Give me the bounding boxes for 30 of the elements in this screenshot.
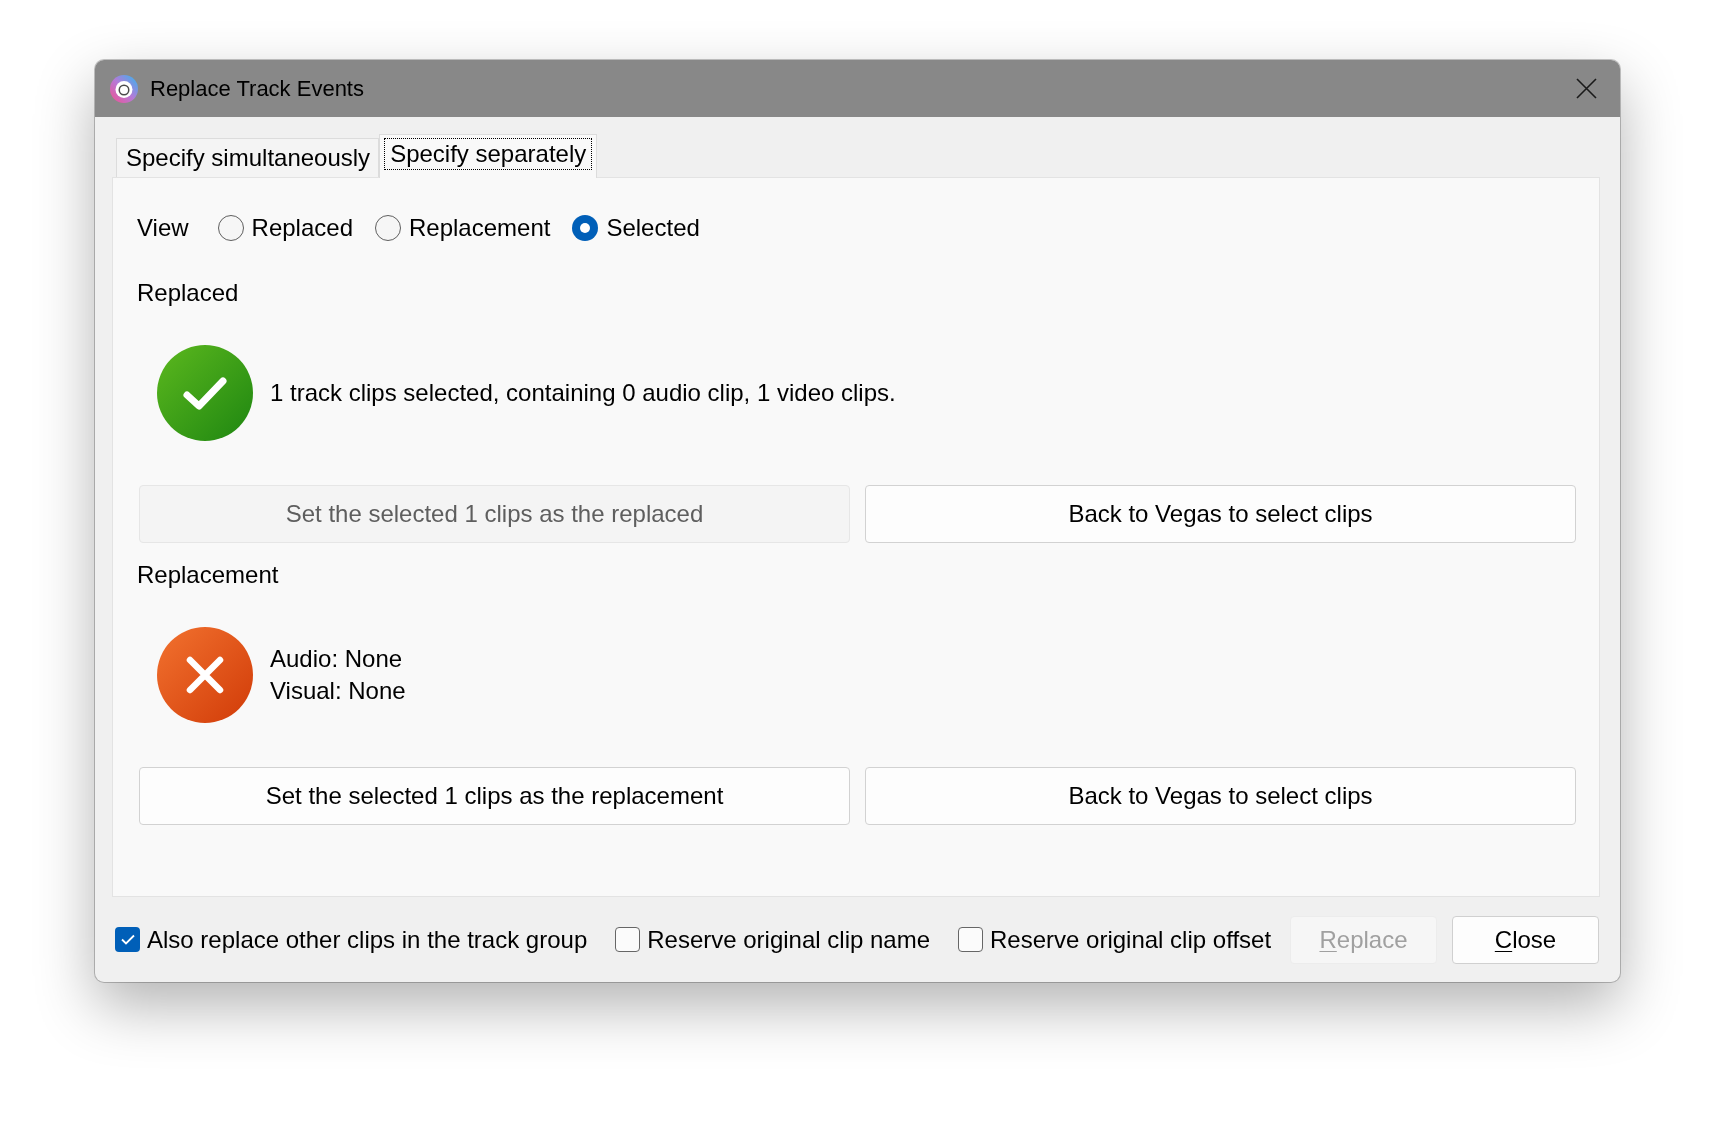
action-button[interactable]: Back to Vegas to select clips: [865, 485, 1576, 543]
checkbox[interactable]: [958, 927, 984, 952]
action-button[interactable]: Set the selected 1 clips as the replacement: [139, 767, 850, 825]
tab[interactable]: Specify simultaneously: [116, 138, 380, 177]
app-logo-icon: [109, 73, 139, 104]
radio-button[interactable]: [375, 215, 401, 241]
radio-button[interactable]: [217, 215, 244, 241]
checkmark-icon: [120, 934, 135, 945]
section-heading: Replacement: [137, 560, 279, 590]
cross-circle-icon: [157, 627, 253, 723]
checkbox[interactable]: [115, 927, 140, 952]
checkbox-label[interactable]: Also replace other clips in the track group: [147, 924, 588, 955]
tab[interactable]: Specify separately: [379, 134, 598, 178]
view-label: View: [137, 213, 189, 243]
radio-label[interactable]: Replaced: [251, 213, 353, 243]
status-text: Visual: None: [270, 676, 406, 706]
radio-button[interactable]: [572, 215, 599, 241]
checkbox[interactable]: [615, 927, 641, 952]
checkbox-label[interactable]: Reserve original clip name: [647, 924, 931, 955]
window-title: Replace Track Events: [150, 75, 364, 102]
check-circle-icon: [157, 345, 253, 441]
status-text: 1 track clips selected, containing 0 audio clip, 1 video clips.: [270, 378, 896, 408]
dialog-button[interactable]: Close: [1452, 915, 1599, 964]
radio-label[interactable]: Selected: [606, 213, 700, 243]
action-button[interactable]: Back to Vegas to select clips: [865, 767, 1576, 825]
close-icon: [1575, 78, 1597, 99]
status-text: Audio: None: [270, 644, 404, 674]
checkbox-label[interactable]: Reserve original clip offset: [990, 924, 1272, 955]
section-heading: Replaced: [137, 278, 239, 308]
radio-label[interactable]: Replacement: [409, 213, 551, 243]
